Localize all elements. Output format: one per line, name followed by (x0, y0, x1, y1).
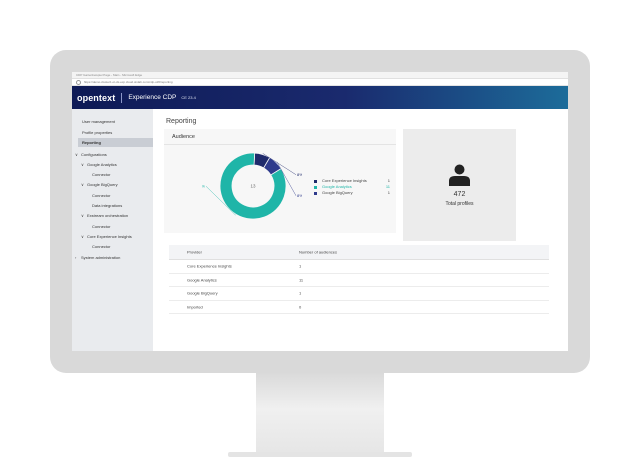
sidebar-item-reporting[interactable]: Reporting (78, 138, 153, 147)
audience-donut-chart: 13 8% 8% 85% (202, 152, 302, 220)
table-row: Google BigQuery 1 (169, 287, 549, 301)
sidebar-item-exstream-orchestration[interactable]: ∨ Exstream orchestration (81, 213, 128, 218)
sidebar-item-label: Profile properties (82, 130, 113, 135)
provider-cell: Core Experience Insights (187, 263, 232, 269)
sidebar-item-label: Reporting (82, 140, 101, 145)
column-header-number-of-audiences[interactable]: Number of audiences (299, 250, 337, 255)
person-icon (449, 164, 470, 186)
provider-cell: Google BigQuery (187, 290, 218, 296)
app-header: opentext Experience CDP CE 23.4 (72, 86, 568, 109)
sidebar: User management Profile properties Reporti… (72, 109, 153, 351)
sidebar-item-label: System administration (81, 255, 121, 260)
total-profiles-count: 472 (453, 191, 466, 198)
version-label: CE 23.4 (181, 95, 196, 100)
total-profiles-label: Total profiles (445, 201, 474, 207)
brand-logo[interactable]: opentext (77, 93, 115, 103)
main-content: Reporting Audience 13 8% 8% 85% Core Experi… (153, 109, 568, 351)
sidebar-item-label: Exstream orchestration (87, 213, 129, 218)
legend-item[interactable]: Google BigQuery 1 (314, 190, 390, 196)
table-row: Google Analytics 11 (169, 274, 549, 287)
browser-url: https://demo.cluster1.ot-dx-exp.cloud.ot… (83, 80, 173, 84)
audience-title: Audience (172, 134, 195, 140)
slice-percent-label: 8% (297, 172, 302, 177)
browser-address-bar[interactable]: https://demo.cluster1.ot-dx-exp.cloud.ot… (72, 79, 568, 86)
sidebar-item-google-analytics[interactable]: ∨ Google Analytics (81, 162, 117, 167)
browser-tab[interactable]: CDP Gartenbeispiel Page - Main - Microso… (72, 72, 568, 79)
sidebar-item-label: Data integrations (92, 203, 123, 208)
audience-count-cell: 11 (299, 277, 304, 283)
legend-swatch (314, 191, 317, 195)
audience-card: Audience 13 8% 8% 85% Core Experience Insig… (164, 129, 396, 233)
sidebar-item-system-administration[interactable]: › System administration (75, 255, 120, 260)
sidebar-item-connector[interactable]: Connector (92, 244, 110, 249)
sidebar-item-label: Connector (92, 193, 111, 198)
table-row: Core Experience Insights 1 (169, 260, 549, 274)
provider-cell: Imported (187, 304, 203, 310)
refresh-icon[interactable] (76, 79, 81, 85)
sidebar-item-label: Configurations (81, 152, 107, 157)
monitor-screen: CDP Gartenbeispiel Page - Main - Microso… (72, 72, 568, 351)
audience-count-cell: 0 (299, 304, 302, 310)
legend-swatch (314, 185, 317, 189)
sidebar-item-label: Google Analytics (87, 162, 117, 167)
sidebar-item-label: Google BigQuery (87, 182, 118, 187)
table-row: Imported 0 (169, 301, 549, 314)
legend-label: Google BigQuery (322, 190, 353, 195)
sidebar-item-configurations[interactable]: ∨ Configurations (75, 152, 107, 157)
sidebar-item-label: Connector (92, 224, 111, 229)
audience-table: Provider Number of audiences Core Experi… (169, 245, 549, 314)
page-title: Reporting (166, 118, 197, 125)
sidebar-item-google-bigquery[interactable]: ∨ Google BigQuery (81, 182, 118, 187)
sidebar-item-data-integrations[interactable]: Data integrations (92, 203, 122, 208)
table-header: Provider Number of audiences (169, 245, 549, 260)
monitor-stand-base (228, 452, 412, 457)
sidebar-item-connector[interactable]: Connector (92, 193, 110, 198)
donut-center-label: 13 (250, 184, 256, 189)
audience-count-cell: 1 (299, 263, 302, 269)
header-divider (121, 92, 123, 103)
legend-value: 1 (387, 190, 390, 195)
sidebar-item-user-management[interactable]: User management (82, 119, 115, 124)
legend-value: 11 (385, 184, 390, 189)
audience-divider (164, 144, 396, 145)
product-name: Experience CDP (128, 94, 177, 101)
sidebar-item-connector[interactable]: Connector (92, 224, 110, 229)
sidebar-item-core-experience-insights[interactable]: ∨ Core Experience Insights (81, 234, 132, 239)
slice-percent-label: 85% (202, 184, 205, 189)
legend-value: 1 (387, 178, 390, 183)
column-header-provider[interactable]: Provider (187, 250, 202, 255)
monitor-stand-neck (256, 373, 384, 453)
legend-label: Core Experience Insights (322, 178, 367, 183)
sidebar-item-label: Connector (92, 244, 111, 249)
total-profiles-card: 472 Total profiles (403, 129, 516, 241)
sidebar-item-label: Connector (92, 172, 111, 177)
audience-count-cell: 1 (299, 290, 302, 296)
slice-percent-label: 8% (297, 193, 302, 198)
legend-swatch (314, 179, 317, 183)
sidebar-item-connector[interactable]: Connector (92, 172, 110, 177)
legend-label: Google Analytics (322, 184, 352, 189)
sidebar-item-profile-properties[interactable]: Profile properties (82, 130, 112, 135)
provider-cell: Google Analytics (187, 277, 217, 283)
chart-legend: Core Experience Insights 1 Google Analytic… (314, 178, 390, 196)
sidebar-item-label: Core Experience Insights (87, 234, 132, 239)
sidebar-item-label: User management (82, 119, 115, 124)
browser-tab-title: CDP Gartenbeispiel Page - Main - Microso… (76, 73, 143, 77)
